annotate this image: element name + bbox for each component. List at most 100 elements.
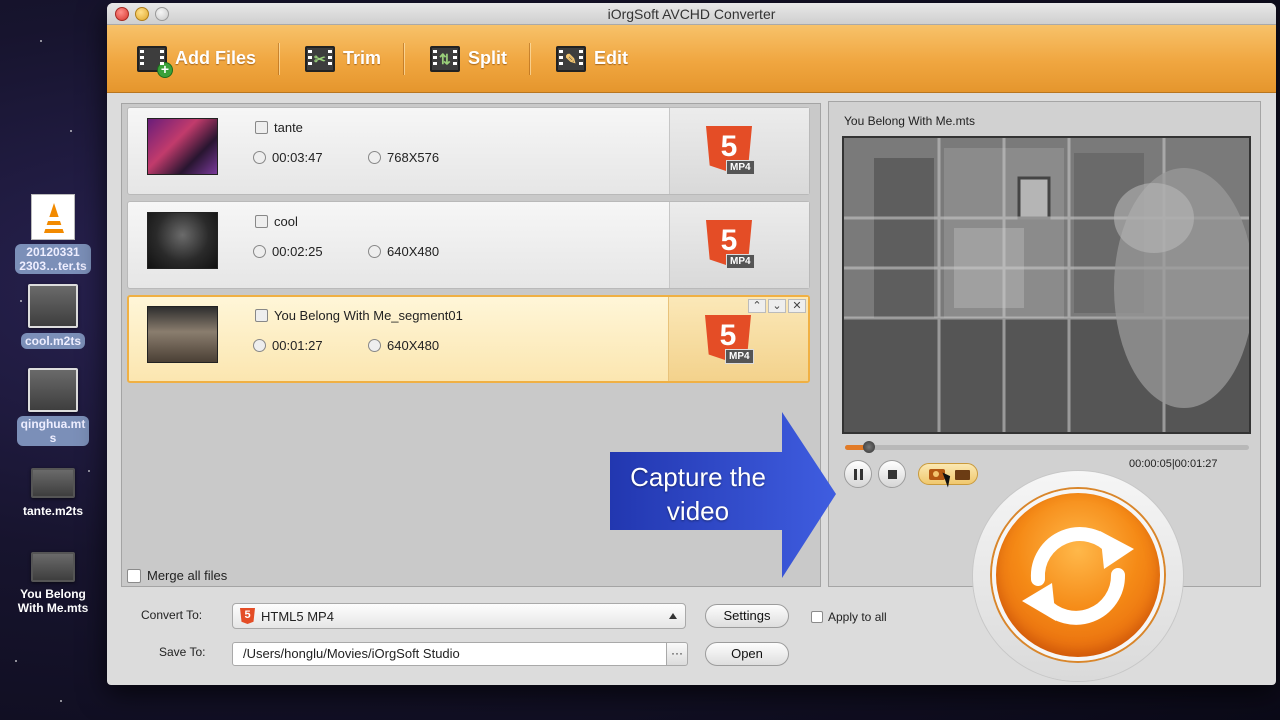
- output-format-selector[interactable]: 5 MP4: [669, 202, 809, 288]
- mp4-badge: MP4: [726, 160, 755, 175]
- file-row-selected[interactable]: You Belong With Me_segment01 00:01:27 64…: [127, 295, 810, 383]
- resolution-icon: [368, 245, 381, 258]
- file-row[interactable]: tante 00:03:47 768X576 5 MP4: [127, 107, 810, 195]
- add-files-button[interactable]: + Add Files: [131, 40, 278, 78]
- desktop-file-you-belong[interactable]: You Belong With Me.mts: [4, 552, 102, 617]
- window-title: iOrgSoft AVCHD Converter: [607, 6, 776, 22]
- desktop-file-cool[interactable]: cool.m2ts: [4, 284, 102, 350]
- file-row[interactable]: cool 00:02:25 640X480 5 MP4: [127, 201, 810, 289]
- pause-button[interactable]: [844, 460, 872, 488]
- progress-handle[interactable]: [863, 441, 876, 453]
- mp4-badge: MP4: [725, 349, 754, 364]
- settings-button[interactable]: Settings: [705, 604, 789, 628]
- toolbar-divider: [403, 42, 405, 75]
- convert-refresh-icon: [1022, 527, 1134, 625]
- desktop-file-qinghua[interactable]: qinghua.mt s: [4, 368, 102, 447]
- title-bar: iOrgSoft AVCHD Converter: [107, 3, 1276, 25]
- trim-label: Trim: [343, 48, 382, 68]
- split-button[interactable]: ⇅ Split: [424, 40, 529, 78]
- html5-icon: 5 MP4: [705, 315, 754, 365]
- vlc-file-icon: [31, 194, 75, 240]
- video-thumbnail: [147, 118, 218, 175]
- pause-icon: [854, 469, 857, 480]
- desktop-file-label: 20120331 2303…ter.ts: [15, 244, 91, 274]
- toolbar: + Add Files ✂ Trim ⇅ Split ✎ Edit: [107, 25, 1276, 93]
- merge-all-label: Merge all files: [147, 568, 228, 583]
- edit-icon: ✎: [556, 45, 587, 72]
- app-window: iOrgSoft AVCHD Converter + Add Files ✂ T…: [107, 3, 1276, 685]
- resolution-icon: [368, 339, 381, 352]
- merge-all-checkbox[interactable]: [127, 568, 141, 583]
- convert-button[interactable]: [992, 489, 1164, 661]
- desktop-file-tante[interactable]: tante.m2ts: [4, 468, 102, 520]
- apply-to-all-label: Apply to all: [828, 610, 887, 624]
- file-name: tante: [255, 120, 303, 135]
- video-file-icon: [31, 552, 75, 582]
- save-path-field[interactable]: /Users/honglu/Movies/iOrgSoft Studio: [232, 642, 667, 666]
- playback-time: 00:00:05|00:01:27: [1129, 458, 1218, 470]
- move-down-button[interactable]: ⌄: [768, 299, 786, 313]
- trim-icon: ✂: [305, 45, 336, 72]
- tutorial-callout: Capture the video: [610, 412, 840, 580]
- file-duration: 00:03:47: [253, 150, 323, 165]
- html5-icon: 5 MP4: [706, 126, 755, 176]
- stop-icon: [888, 470, 897, 479]
- output-format-value: HTML5 MP4: [261, 608, 334, 624]
- minimize-window-button[interactable]: [135, 7, 149, 21]
- file-name: You Belong With Me_segment01: [255, 308, 463, 323]
- clock-icon: [253, 151, 266, 164]
- edit-label: Edit: [594, 48, 629, 68]
- output-format-selector[interactable]: 5 MP4: [669, 108, 809, 194]
- folder-icon[interactable]: [955, 470, 970, 480]
- convert-to-label: Convert To:: [141, 608, 203, 622]
- video-file-icon: [31, 468, 75, 498]
- video-preview[interactable]: [842, 136, 1251, 434]
- mp4-badge: MP4: [726, 254, 755, 269]
- split-icon: ⇅: [430, 45, 461, 72]
- stop-button[interactable]: [878, 460, 906, 488]
- split-label: Split: [468, 48, 508, 68]
- add-files-icon: +: [137, 45, 173, 78]
- convert-button-housing: [973, 471, 1183, 681]
- trim-button[interactable]: ✂ Trim: [299, 40, 403, 78]
- merge-all-option: Merge all files: [127, 568, 227, 583]
- file-duration: 00:02:25: [253, 244, 323, 259]
- add-files-label: Add Files: [175, 48, 257, 68]
- playback-progress-bar[interactable]: [845, 441, 1249, 453]
- resolution-icon: [368, 151, 381, 164]
- file-resolution: 640X480: [368, 338, 439, 353]
- apply-to-all-checkbox[interactable]: [811, 611, 823, 623]
- video-thumbnail: [147, 306, 218, 363]
- preview-filename: You Belong With Me.mts: [844, 114, 975, 128]
- toolbar-divider: [278, 42, 280, 75]
- video-file-icon: [28, 368, 78, 412]
- apply-to-all-option: Apply to all: [811, 610, 887, 624]
- desktop-file-label: cool.m2ts: [20, 333, 85, 349]
- zoom-window-button[interactable]: [155, 7, 169, 21]
- clock-icon: [253, 339, 266, 352]
- dropdown-arrow-icon: [669, 613, 677, 619]
- html5-icon: 5: [240, 608, 255, 624]
- close-window-button[interactable]: [115, 7, 129, 21]
- desktop-file-label: qinghua.mt s: [16, 416, 90, 446]
- file-name: cool: [255, 214, 298, 229]
- open-folder-button[interactable]: Open: [705, 642, 789, 666]
- video-thumbnail: [147, 212, 218, 269]
- file-resolution: 768X576: [368, 150, 439, 165]
- film-icon: [255, 121, 268, 134]
- output-format-dropdown[interactable]: 5 HTML5 MP4: [232, 603, 686, 629]
- remove-file-button[interactable]: ✕: [788, 299, 806, 313]
- browse-button[interactable]: ···: [666, 642, 688, 666]
- desktop-file-20120331[interactable]: 20120331 2303…ter.ts: [4, 194, 102, 275]
- desktop-file-label: tante.m2ts: [22, 504, 84, 518]
- callout-text: Capture the video: [630, 462, 766, 526]
- toolbar-divider: [529, 42, 531, 75]
- clock-icon: [253, 245, 266, 258]
- video-file-icon: [28, 284, 78, 328]
- file-resolution: 640X480: [368, 244, 439, 259]
- film-icon: [255, 215, 268, 228]
- move-up-button[interactable]: ⌃: [748, 299, 766, 313]
- desktop-file-label: You Belong With Me.mts: [17, 587, 89, 615]
- row-controls: ⌃ ⌄ ✕: [748, 299, 806, 313]
- edit-button[interactable]: ✎ Edit: [550, 40, 650, 78]
